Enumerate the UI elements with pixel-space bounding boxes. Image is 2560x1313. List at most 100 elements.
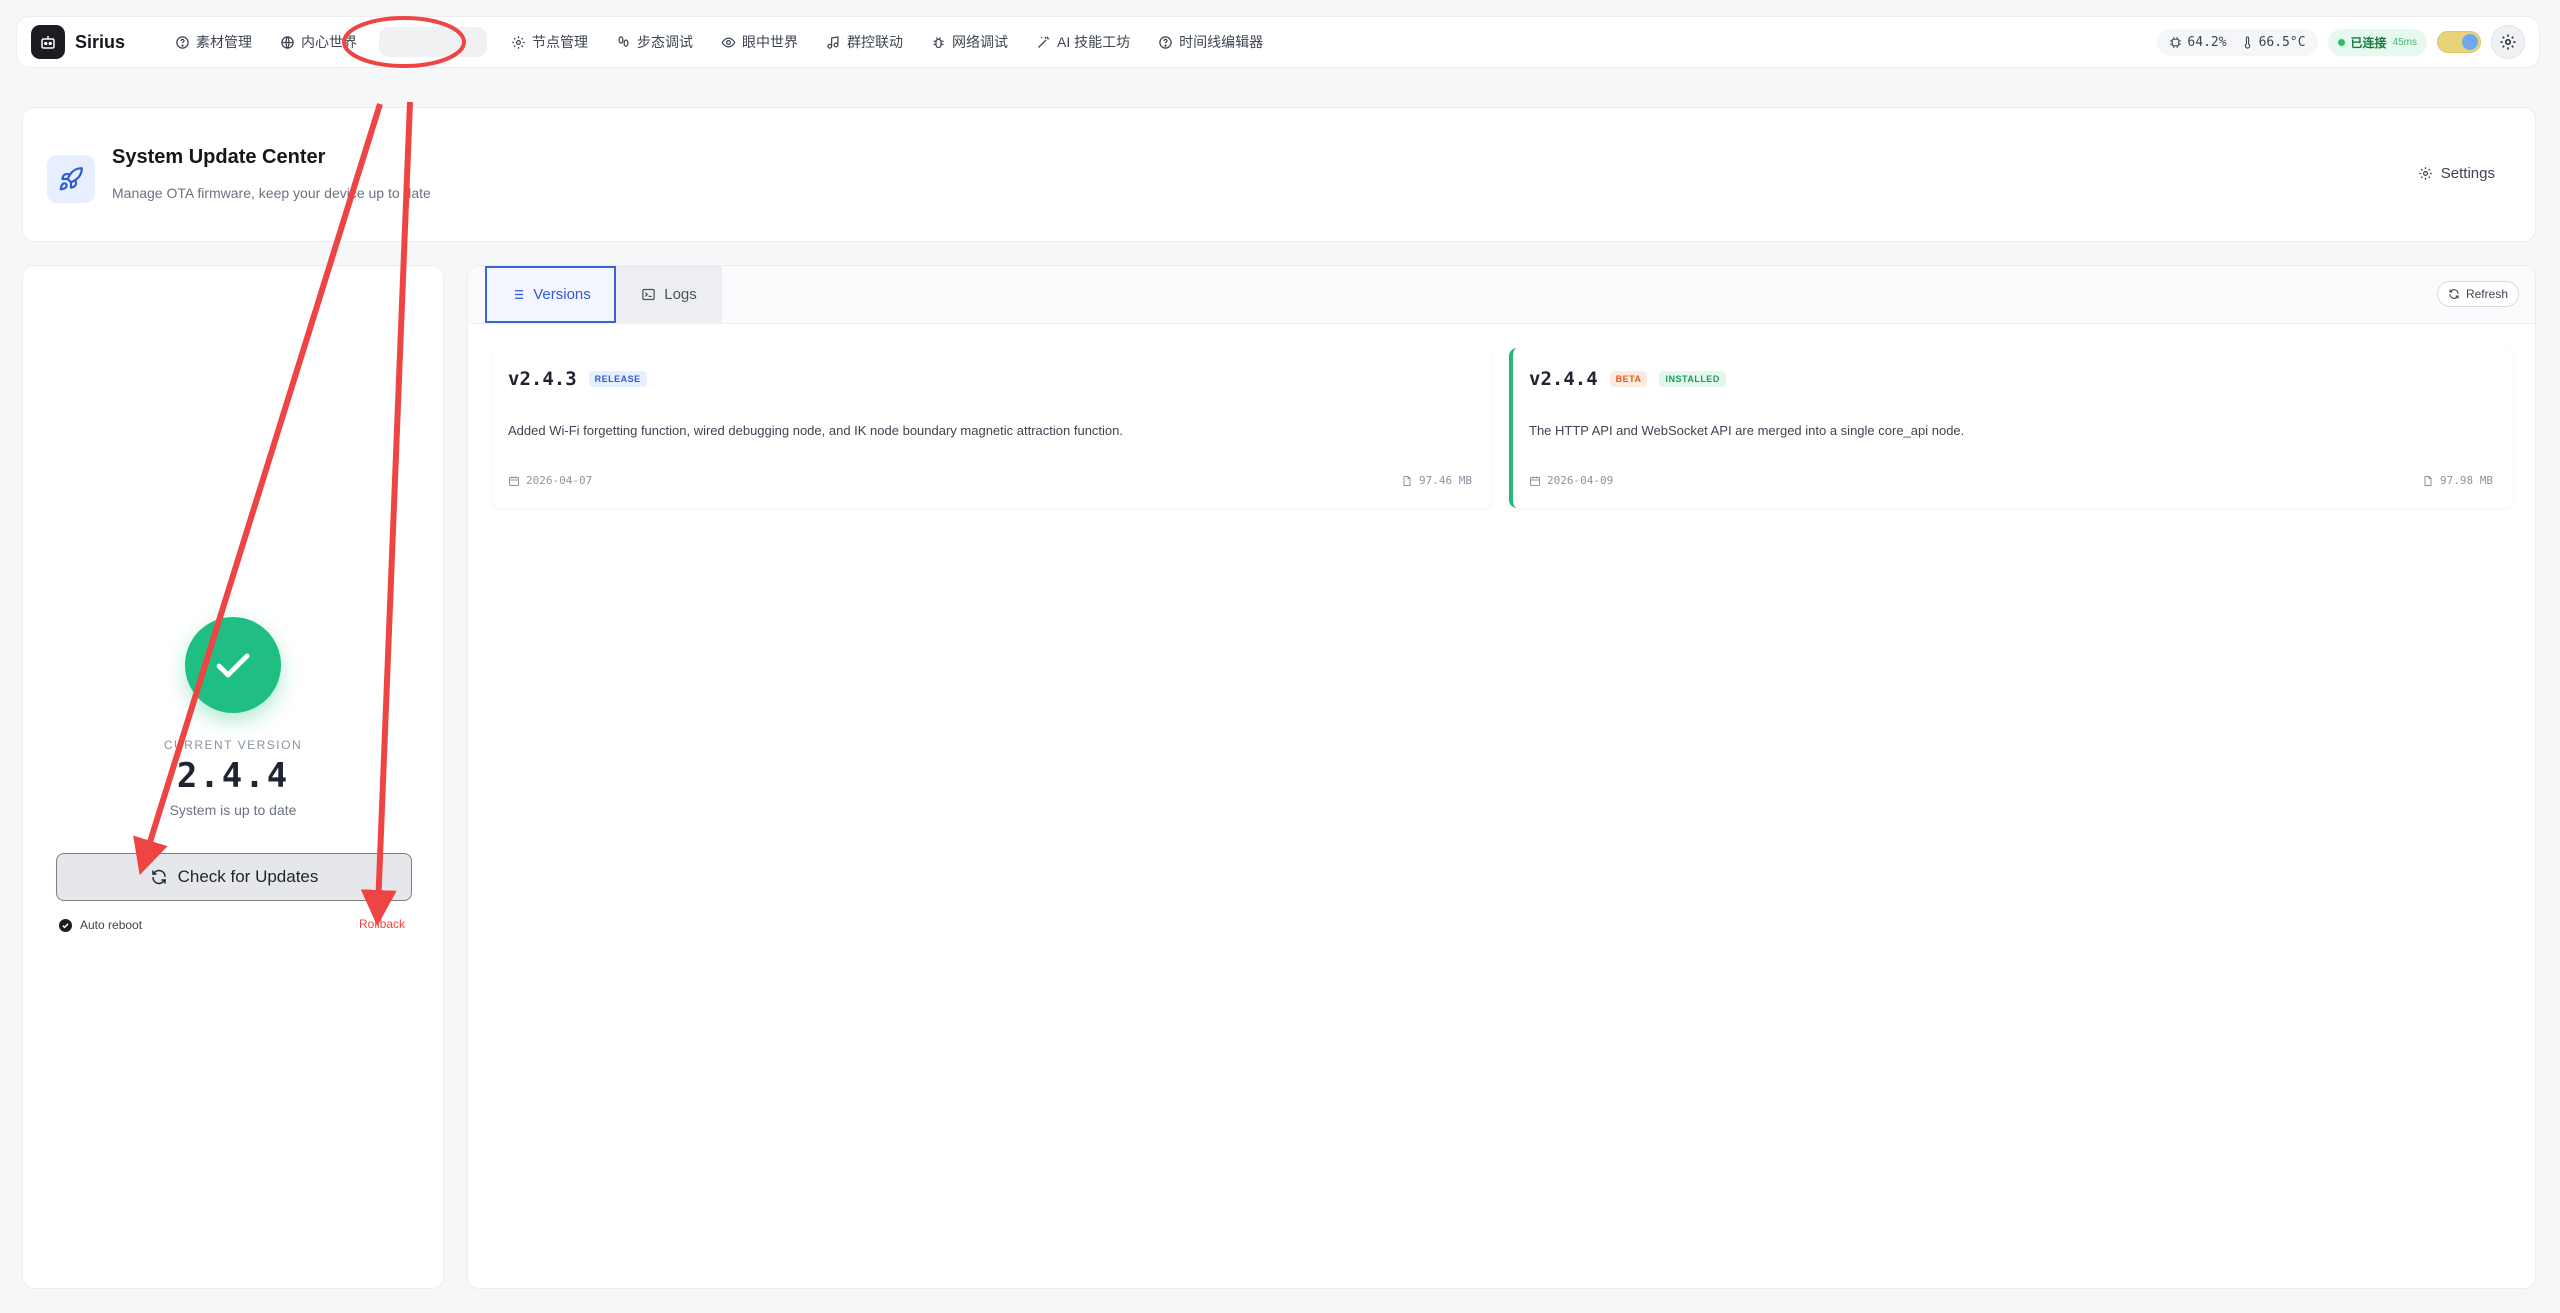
refresh-icon [151,869,166,885]
version-card-footer: 2026-04-09 97.98 MB [1529,474,2493,487]
version-date: 2026-04-07 [508,474,592,487]
installed-badge: INSTALLED [1659,371,1726,387]
terminal-icon [642,288,655,301]
nav-item-label: 步态调试 [637,34,694,50]
refresh-icon [2449,289,2459,299]
nav-item-group-control[interactable]: 群控联动 [812,24,917,60]
gear-icon [512,35,525,49]
nav-item-eye-world[interactable]: 眼中世界 [707,24,812,60]
connection-status-badge: 已连接 45ms [2327,28,2427,56]
system-metrics: 64.2% 66.5°C [2157,28,2318,56]
nav-item-label: 时间线编辑器 [1179,34,1264,50]
nav-item-label: AI 技能工坊 [1057,34,1131,50]
update-status-text: System is up to date [169,802,297,818]
settings-label: Settings [2440,165,2495,182]
robot-logo-icon [31,25,65,59]
file-icon [2424,475,2432,486]
nav-item-label: 眼中世界 [742,34,799,50]
tab-label: Logs [664,286,697,303]
refresh-label: Refresh [2465,287,2508,301]
music-note-icon [827,35,839,49]
list-icon [512,290,524,299]
current-version-number: 2.4.4 [176,756,290,796]
check-for-updates-button[interactable]: Check for Updates [56,853,412,901]
cpu-value: 64.2% [2187,34,2227,50]
temperature-value: 66.5°C [2258,34,2306,50]
version-size: 97.46 MB [1401,474,1472,487]
current-version-panel: CURRENT VERSION 2.4.4 System is up to da… [22,265,444,1289]
tab-versions[interactable]: Versions [485,266,616,323]
current-version-label: CURRENT VERSION [163,738,303,752]
checkbox-checked-icon [59,918,72,932]
eye-icon [721,36,736,48]
nav-item-blank[interactable] [379,27,488,57]
refresh-button[interactable]: Refresh [2436,281,2519,307]
version-card-header: v2.4.3 RELEASE [508,368,647,390]
version-card[interactable]: v2.4.3 RELEASE Added Wi-Fi forgetting fu… [492,348,1492,508]
version-card-header: v2.4.4 BETA INSTALLED [1529,368,1726,390]
gear-icon [2419,167,2432,180]
toggle-knob [2462,34,2478,50]
calendar-icon [1530,476,1540,486]
globe-icon [281,35,294,49]
version-number: v2.4.4 [1529,368,1598,390]
bug-icon [933,36,944,48]
file-icon [1403,475,1411,486]
nav-item-materials[interactable]: 素材管理 [161,24,266,60]
magic-wand-icon [1038,35,1050,48]
gear-icon [2500,34,2516,50]
cpu-metric: 64.2% [2169,34,2227,50]
cpu-icon [2170,36,2182,48]
status-area: 64.2% 66.5°C 已连接 45ms [2157,25,2525,59]
nav-item-label: 素材管理 [196,34,253,50]
beta-badge: BETA [1609,371,1648,387]
rollback-link[interactable]: Rollback [359,917,405,931]
thermometer-icon [2244,36,2250,49]
help-circle-icon [176,35,189,49]
page-subtitle: Manage OTA firmware, keep your device up… [112,185,431,201]
help-circle-icon [1159,35,1172,49]
nav-item-ai-skill-workshop[interactable]: AI 技能工坊 [1022,24,1144,60]
nav-item-label: 网络调试 [952,34,1009,50]
version-description: Added Wi-Fi forgetting function, wired d… [508,423,1123,438]
version-date: 2026-04-09 [1529,474,1613,487]
latency-value: 45ms [2392,36,2417,48]
nav-item-label: 内心世界 [301,34,358,50]
versions-panel: Versions Logs Refresh v2.4.3 RELEASE Add… [467,265,2536,1289]
size-value: 97.98 MB [2440,474,2493,487]
theme-toggle[interactable] [2437,31,2481,53]
settings-gear-button[interactable] [2491,25,2525,59]
footprints-icon [618,35,629,47]
date-value: 2026-04-09 [1547,474,1614,487]
tab-label: Versions [533,286,591,303]
check-for-updates-label: Check for Updates [177,867,319,886]
main-nav: 素材管理 内心世界 节点管理 步态调试 眼中世界 群控联动 网络调试 AI 技能… [161,24,1277,60]
auto-reboot-checkbox[interactable]: Auto reboot [59,918,142,932]
nav-item-node-management[interactable]: 节点管理 [497,24,602,60]
nav-item-timeline-editor[interactable]: 时间线编辑器 [1144,24,1277,60]
tabs-bar: Versions Logs Refresh [468,266,2535,324]
tab-logs[interactable]: Logs [616,266,722,323]
auto-reboot-label: Auto reboot [80,918,143,932]
calendar-icon [509,476,519,486]
date-value: 2026-04-07 [526,474,593,487]
page-title: System Update Center [112,146,326,168]
settings-button[interactable]: Settings [2418,165,2495,182]
page-header-card: System Update Center Manage OTA firmware… [22,107,2536,242]
nav-item-network-debug[interactable]: 网络调试 [917,24,1022,60]
nav-item-inner-world[interactable]: 内心世界 [266,24,371,60]
release-badge: RELEASE [588,371,647,387]
nav-item-gait-debug[interactable]: 步态调试 [602,24,707,60]
connection-label: 已连接 [2350,35,2387,50]
top-navigation-bar: Sirius 素材管理 内心世界 节点管理 步态调试 眼中世界 群控联动 网络调… [16,16,2540,68]
brand-name: Sirius [75,31,126,52]
version-description: The HTTP API and WebSocket API are merge… [1529,423,1965,438]
check-icon [185,617,281,713]
temperature-metric: 66.5°C [2241,35,2306,50]
nav-item-label: 节点管理 [532,34,589,50]
version-card-footer: 2026-04-07 97.46 MB [508,474,1472,487]
brand[interactable]: Sirius [31,25,125,59]
version-card-installed[interactable]: v2.4.4 BETA INSTALLED The HTTP API and W… [1509,348,2513,508]
rocket-icon [47,155,95,203]
version-number: v2.4.3 [508,368,577,390]
